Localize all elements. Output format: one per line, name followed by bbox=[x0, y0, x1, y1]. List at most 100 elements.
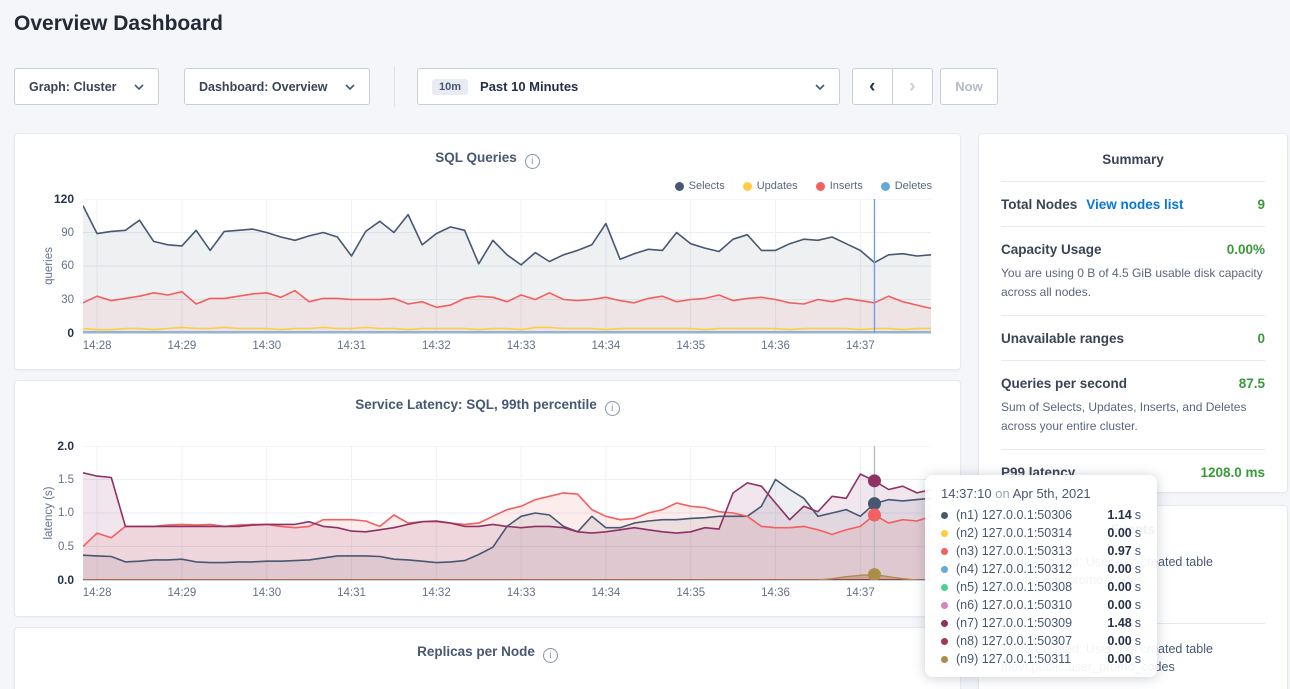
y-tick-label: 1.0 bbox=[58, 507, 74, 519]
x-tick-label: 14:28 bbox=[83, 587, 112, 599]
chart-canvas[interactable] bbox=[83, 199, 931, 333]
time-window-badge: 10m bbox=[432, 79, 468, 95]
x-tick-label: 14:34 bbox=[592, 587, 621, 599]
tooltip-node-row: (n1) 127.0.0.1:503061.14s bbox=[941, 506, 1141, 524]
x-tick-label: 14:28 bbox=[83, 340, 112, 352]
legend-item: Updates bbox=[743, 180, 798, 192]
info-icon[interactable]: i bbox=[605, 401, 620, 416]
previous-timespan-button[interactable]: ‹ bbox=[853, 69, 893, 104]
x-tick-label: 14:29 bbox=[168, 340, 197, 352]
tooltip-node-row: (n5) 127.0.0.1:503080.00s bbox=[941, 578, 1141, 596]
x-tick-label: 14:30 bbox=[252, 587, 281, 599]
service-latency-chart[interactable]: latency (s) 0.00.51.01.52.014:2814:2914:… bbox=[83, 446, 931, 581]
y-tick-label: 1.5 bbox=[58, 474, 74, 486]
graph-dropdown[interactable]: Graph: Cluster bbox=[14, 68, 159, 105]
chart-canvas[interactable] bbox=[83, 446, 931, 580]
node-color-dot-icon bbox=[941, 656, 948, 663]
next-timespan-button[interactable]: › bbox=[893, 69, 933, 104]
view-nodes-list-link[interactable]: View nodes list bbox=[1086, 197, 1183, 212]
y-tick-label: 60 bbox=[61, 260, 74, 272]
x-tick-label: 14:36 bbox=[761, 340, 790, 352]
x-tick-label: 14:37 bbox=[846, 587, 875, 599]
x-tick-label: 14:36 bbox=[761, 587, 790, 599]
y-axis-label: latency (s) bbox=[43, 453, 55, 573]
sql-queries-legend: Selects Updates Inserts Deletes bbox=[675, 180, 932, 192]
legend-dot-icon bbox=[881, 182, 890, 191]
summary-value: 9 bbox=[1257, 197, 1265, 212]
summary-description: You are using 0 B of 4.5 GiB usable disk… bbox=[1001, 264, 1265, 301]
tooltip-node-row: (n2) 127.0.0.1:503140.00s bbox=[941, 524, 1141, 542]
tooltip-timestamp: 14:37:10 on Apr 5th, 2021 bbox=[941, 486, 1141, 501]
y-tick-label: 0.5 bbox=[58, 541, 74, 553]
summary-label: Queries per second bbox=[1001, 376, 1127, 391]
replicas-per-node-title: Replicas per Nodei bbox=[15, 644, 960, 663]
x-tick-label: 14:32 bbox=[422, 587, 451, 599]
tooltip-node-row: (n3) 127.0.0.1:503130.97s bbox=[941, 542, 1141, 560]
legend-item: Selects bbox=[675, 180, 725, 192]
node-color-dot-icon bbox=[941, 566, 948, 573]
summary-label: Capacity Usage bbox=[1001, 242, 1102, 257]
y-axis-label: queries bbox=[43, 206, 55, 326]
now-button[interactable]: Now bbox=[940, 68, 998, 105]
legend-item: Inserts bbox=[816, 180, 863, 192]
chevron-down-icon bbox=[345, 84, 355, 90]
x-tick-label: 14:35 bbox=[676, 340, 705, 352]
tooltip-node-row: (n8) 127.0.0.1:503070.00s bbox=[941, 632, 1141, 650]
node-color-dot-icon bbox=[941, 602, 948, 609]
x-tick-label: 14:35 bbox=[676, 587, 705, 599]
tooltip-node-row: (n4) 127.0.0.1:503120.00s bbox=[941, 560, 1141, 578]
replicas-per-node-card: Replicas per Nodei bbox=[14, 627, 961, 689]
info-icon[interactable]: i bbox=[543, 648, 558, 663]
y-tick-label: 90 bbox=[61, 227, 74, 239]
summary-row-total-nodes: Total Nodes View nodes list 9 bbox=[1001, 181, 1265, 226]
node-color-dot-icon bbox=[941, 584, 948, 591]
x-tick-label: 14:37 bbox=[846, 340, 875, 352]
x-tick-label: 14:32 bbox=[422, 340, 451, 352]
y-tick-label: 30 bbox=[61, 294, 74, 306]
legend-dot-icon bbox=[816, 182, 825, 191]
summary-label: Total Nodes bbox=[1001, 197, 1077, 212]
sql-queries-chart[interactable]: queries 030609012014:2814:2914:3014:3114… bbox=[83, 199, 931, 334]
page-title: Overview Dashboard bbox=[14, 12, 223, 36]
dashboard-dropdown[interactable]: Dashboard: Overview bbox=[184, 68, 370, 105]
legend-dot-icon bbox=[675, 182, 684, 191]
node-color-dot-icon bbox=[941, 512, 948, 519]
x-tick-label: 14:30 bbox=[252, 340, 281, 352]
sql-queries-title: SQL Queriesi bbox=[15, 150, 960, 169]
node-color-dot-icon bbox=[941, 638, 948, 645]
service-latency-title: Service Latency: SQL, 99th percentilei bbox=[15, 397, 960, 416]
time-range-dropdown[interactable]: 10m Past 10 Minutes bbox=[417, 68, 840, 105]
info-icon[interactable]: i bbox=[525, 154, 540, 169]
summary-row-queries-per-second: Queries per second 87.5 Sum of Selects, … bbox=[1001, 360, 1265, 449]
service-latency-card: Service Latency: SQL, 99th percentilei l… bbox=[14, 380, 961, 617]
node-color-dot-icon bbox=[941, 548, 948, 555]
node-color-dot-icon bbox=[941, 530, 948, 537]
x-tick-label: 14:33 bbox=[507, 587, 536, 599]
x-tick-label: 14:31 bbox=[337, 587, 366, 599]
y-tick-label: 120 bbox=[54, 192, 74, 206]
summary-value: 1208.0 ms bbox=[1200, 465, 1265, 480]
summary-row-capacity-usage: Capacity Usage 0.00% You are using 0 B o… bbox=[1001, 226, 1265, 315]
summary-value: 0 bbox=[1257, 331, 1265, 346]
x-tick-label: 14:33 bbox=[507, 340, 536, 352]
summary-value: 87.5 bbox=[1239, 376, 1265, 391]
summary-description: Sum of Selects, Updates, Inserts, and De… bbox=[1001, 398, 1265, 435]
tooltip-node-row: (n9) 127.0.0.1:503110.00s bbox=[941, 650, 1141, 668]
legend-dot-icon bbox=[743, 182, 752, 191]
summary-row-unavailable-ranges: Unavailable ranges 0 bbox=[1001, 315, 1265, 360]
toolbar-divider bbox=[394, 66, 395, 107]
node-color-dot-icon bbox=[941, 620, 948, 627]
y-tick-label: 0.0 bbox=[57, 573, 74, 587]
dashboard-dropdown-label: Dashboard: Overview bbox=[199, 80, 328, 94]
summary-label: Unavailable ranges bbox=[1001, 331, 1124, 346]
tooltip-node-row: (n7) 127.0.0.1:503091.48s bbox=[941, 614, 1141, 632]
x-tick-label: 14:34 bbox=[592, 340, 621, 352]
time-nav-group: ‹ › bbox=[852, 68, 933, 105]
tooltip-node-row: (n6) 127.0.0.1:503100.00s bbox=[941, 596, 1141, 614]
y-tick-label: 0 bbox=[67, 326, 74, 340]
x-tick-label: 14:31 bbox=[337, 340, 366, 352]
summary-title: Summary bbox=[1001, 152, 1265, 167]
legend-item: Deletes bbox=[881, 180, 932, 192]
y-tick-label: 2.0 bbox=[57, 439, 74, 453]
sql-queries-card: SQL Queriesi Selects Updates Inserts Delete… bbox=[14, 133, 961, 370]
